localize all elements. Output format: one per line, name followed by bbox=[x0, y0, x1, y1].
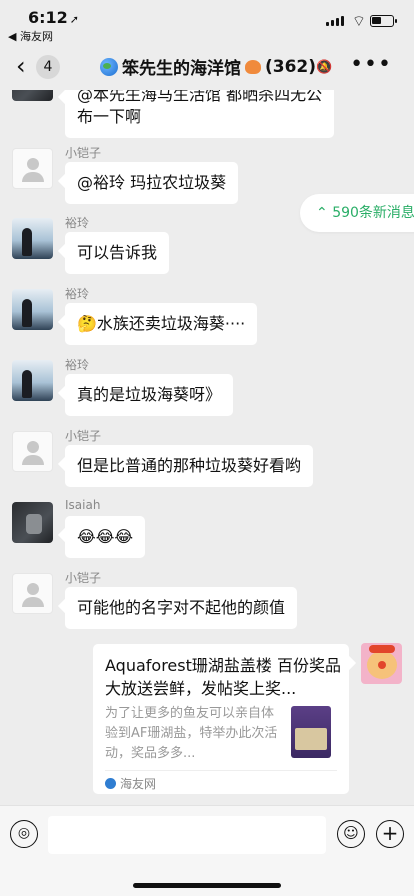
plus-icon[interactable]: + bbox=[376, 820, 404, 848]
sender-name: 裕玲 bbox=[65, 216, 90, 230]
source-logo-icon bbox=[105, 778, 116, 789]
chat-title-text: 笨先生的海洋馆 bbox=[122, 59, 241, 79]
new-messages-label: 590条新消息 bbox=[332, 205, 414, 221]
message-bubble[interactable]: 😂😂😂 bbox=[65, 516, 146, 558]
sender-name: 小铠子 bbox=[65, 429, 102, 443]
chat-title[interactable]: 笨先生的海洋馆 (362) bbox=[100, 54, 316, 79]
avatar[interactable] bbox=[12, 502, 53, 543]
battery-icon bbox=[370, 15, 397, 27]
status-time: 6:12 ➚ bbox=[28, 8, 80, 27]
my-avatar[interactable] bbox=[361, 643, 402, 684]
message-text-line: @本先生海马生活馆 都晒杀四无公 bbox=[77, 90, 323, 104]
status-bar: 6:12 ➚ ◀ 海友网 ⌔ bbox=[0, 0, 414, 44]
new-messages-pill[interactable]: ⌃ 590条新消息 bbox=[300, 194, 414, 232]
unread-count-badge[interactable]: 4 bbox=[36, 55, 60, 79]
sender-name: 裕玲 bbox=[65, 358, 90, 372]
message-bubble[interactable]: 🤔水族还卖垃圾海葵···· bbox=[65, 303, 258, 345]
message-input[interactable] bbox=[48, 816, 326, 854]
sender-name: Isaiah bbox=[65, 498, 101, 512]
avatar[interactable] bbox=[12, 90, 53, 101]
avatar[interactable] bbox=[12, 360, 53, 401]
message-bubble[interactable]: 但是比普通的那种垃圾葵好看哟 bbox=[65, 445, 314, 487]
link-card-description: 为了让更多的鱼友可以亲自体验到AF珊湖盐，特举办此次活动，奖品多多... bbox=[105, 706, 278, 761]
sender-name: 小铠子 bbox=[65, 146, 102, 160]
avatar[interactable] bbox=[12, 431, 53, 472]
avatar[interactable] bbox=[12, 218, 53, 259]
message-bubble[interactable]: @裕玲 玛拉农垃圾葵 bbox=[65, 162, 239, 204]
globe-icon bbox=[100, 57, 118, 76]
message-bubble[interactable]: 可以告诉我 bbox=[65, 232, 170, 274]
link-card-source: 海友网 bbox=[105, 775, 156, 792]
chat-message-list[interactable]: @本先生海马生活馆 都晒杀四无公 布一下啊 ⌃ 590条新消息 小铠子 @裕玲 … bbox=[0, 90, 414, 805]
link-card-source-label: 海友网 bbox=[120, 777, 157, 791]
member-count: (362) bbox=[265, 56, 317, 77]
link-card-thumbnail bbox=[285, 704, 337, 760]
double-chevron-up-icon: ⌃ bbox=[316, 205, 328, 221]
back-chevron-icon[interactable]: ‹ bbox=[16, 54, 26, 78]
message-bubble[interactable]: 可能他的名字对不起他的颜值 bbox=[65, 587, 298, 629]
message-text-line: 布一下啊 bbox=[77, 107, 142, 126]
link-card-title: Aquaforest珊湖盐盖楼 百份奖品大放送尝鲜，发帖奖上奖... bbox=[105, 656, 341, 698]
message-bubble[interactable]: 真的是垃圾海葵呀》 bbox=[65, 374, 234, 416]
chat-input-bar: ◎ ☺ + bbox=[0, 805, 414, 896]
wifi-icon: ⌔ bbox=[351, 12, 366, 30]
avatar[interactable] bbox=[12, 148, 53, 189]
signal-icon bbox=[326, 16, 344, 26]
link-card[interactable]: Aquaforest珊湖盐盖楼 百份奖品大放送尝鲜，发帖奖上奖... 为了让更多… bbox=[93, 644, 349, 794]
divider bbox=[105, 770, 337, 771]
avatar[interactable] bbox=[12, 289, 53, 330]
sender-name: 裕玲 bbox=[65, 287, 90, 301]
voice-input-icon[interactable]: ◎ bbox=[10, 820, 38, 848]
snail-icon bbox=[245, 59, 261, 74]
sender-name: 小铠子 bbox=[65, 571, 102, 585]
more-options-icon[interactable]: ••• bbox=[350, 52, 392, 77]
back-to-app-link[interactable]: ◀ 海友网 bbox=[8, 28, 53, 44]
chat-nav-bar: ‹ 4 笨先生的海洋馆 (362) 🔕 ••• bbox=[0, 44, 414, 90]
home-indicator bbox=[133, 883, 281, 888]
emoji-icon[interactable]: ☺ bbox=[337, 820, 365, 848]
message-bubble[interactable]: @本先生海马生活馆 都晒杀四无公 布一下啊 bbox=[65, 90, 335, 138]
mute-bell-icon: 🔕 bbox=[316, 60, 333, 75]
avatar[interactable] bbox=[12, 573, 53, 614]
